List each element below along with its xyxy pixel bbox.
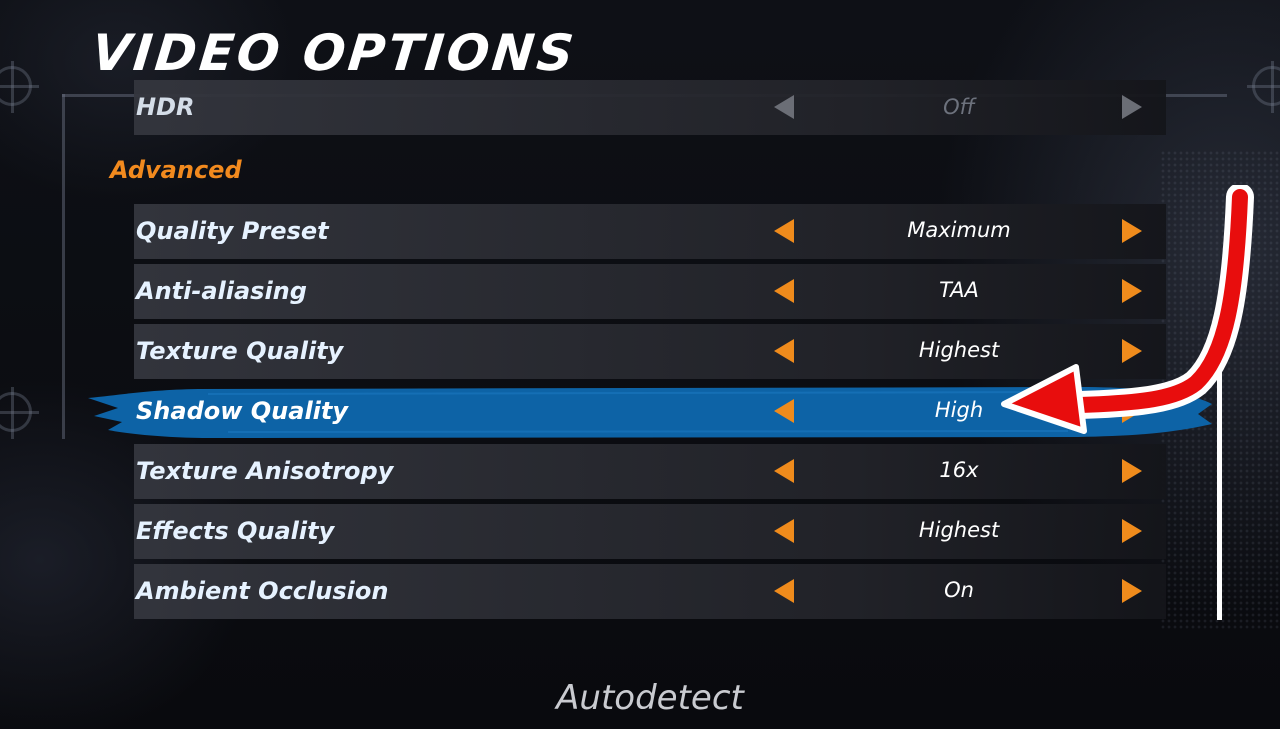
setting-label: Ambient Occlusion xyxy=(136,577,389,605)
setting-row-hdr[interactable]: HDR Off xyxy=(134,80,1166,135)
setting-label: Texture Quality xyxy=(136,337,344,365)
triangle-left-icon[interactable] xyxy=(774,579,794,603)
video-options-screen: VIDEO OPTIONS HDR Off Advanced Quality P… xyxy=(0,0,1280,729)
triangle-right-icon[interactable] xyxy=(1122,579,1142,603)
setting-value: 16x xyxy=(939,458,979,482)
setting-label: Effects Quality xyxy=(136,517,335,545)
setting-value: On xyxy=(944,578,974,602)
triangle-left-icon[interactable] xyxy=(774,219,794,243)
crosshair-icon xyxy=(0,61,39,113)
triangle-right-icon[interactable] xyxy=(1122,519,1142,543)
setting-row-effects-quality[interactable]: Effects Quality Highest xyxy=(134,504,1166,559)
setting-value: Highest xyxy=(918,518,1000,542)
crosshair-icon xyxy=(1247,61,1280,113)
setting-label: Anti-aliasing xyxy=(136,277,307,305)
triangle-left-icon[interactable] xyxy=(774,459,794,483)
triangle-left-icon[interactable] xyxy=(774,339,794,363)
setting-label: HDR xyxy=(136,93,195,121)
crosshair-icon xyxy=(0,387,39,439)
triangle-left-icon[interactable] xyxy=(774,279,794,303)
setting-label: Texture Anisotropy xyxy=(136,457,394,485)
autodetect-button[interactable]: Autodetect xyxy=(540,672,760,724)
setting-row-ambient-occlusion[interactable]: Ambient Occlusion On xyxy=(134,564,1166,619)
red-arrow-icon xyxy=(1001,185,1254,434)
triangle-left-icon[interactable] xyxy=(774,399,794,423)
section-heading-advanced: Advanced xyxy=(110,156,242,184)
triangle-left-icon[interactable] xyxy=(774,95,794,119)
setting-row-texture-anisotropy[interactable]: Texture Anisotropy 16x xyxy=(134,444,1166,499)
setting-value: Off xyxy=(943,95,975,119)
triangle-right-icon[interactable] xyxy=(1122,459,1142,483)
page-title: VIDEO OPTIONS xyxy=(88,24,580,82)
setting-label: Shadow Quality xyxy=(136,397,349,425)
frame-divider xyxy=(62,94,65,439)
triangle-left-icon[interactable] xyxy=(774,519,794,543)
triangle-right-icon[interactable] xyxy=(1122,95,1142,119)
setting-label: Quality Preset xyxy=(136,217,329,245)
